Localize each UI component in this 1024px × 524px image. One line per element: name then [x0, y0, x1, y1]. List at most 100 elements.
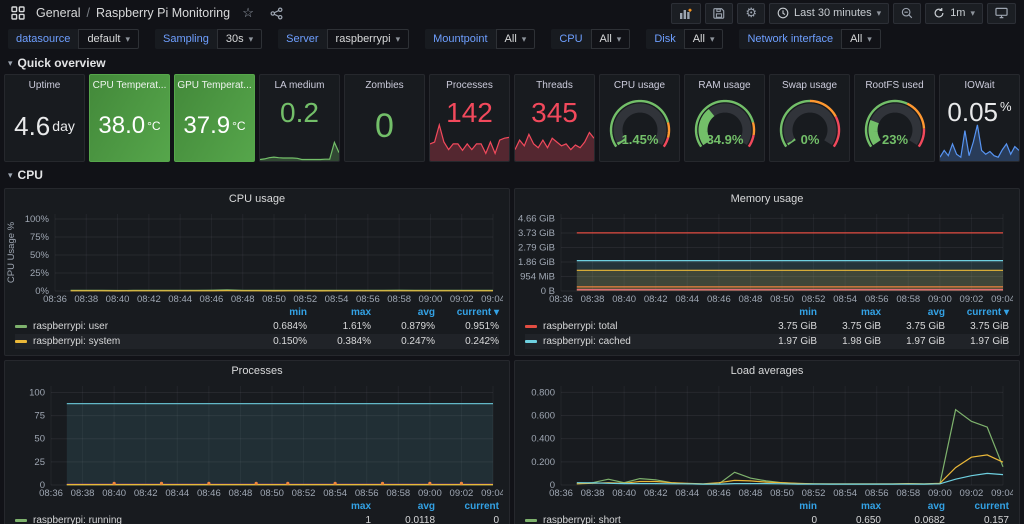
variable-value-dropdown[interactable]: All▾	[684, 29, 724, 49]
legend-column-max[interactable]: max	[817, 307, 881, 318]
gauge: 1.45%	[604, 91, 676, 161]
legend-column-min[interactable]: min	[753, 501, 817, 512]
legend-row: raspberrypi: cached1.97 GiB1.98 GiB1.97 …	[525, 334, 1009, 349]
legend-column-min[interactable]: min	[753, 307, 817, 318]
legend-column-current[interactable]: current	[435, 501, 499, 512]
stat-title[interactable]: Zombies	[365, 80, 403, 91]
variable-value-dropdown[interactable]: All▾	[496, 29, 536, 49]
stat-panel-swap-usage[interactable]: Swap usage0%	[769, 74, 850, 162]
stat-title[interactable]: Processes	[446, 80, 493, 91]
section-quick-overview[interactable]: ▾ Quick overview	[4, 54, 1020, 72]
refresh-picker[interactable]: 1m ▾	[925, 3, 983, 24]
variable-sampling[interactable]: Sampling30s▾	[155, 29, 262, 49]
legend-series-toggle[interactable]: raspberrypi: cached	[525, 336, 753, 347]
variable-disk[interactable]: DiskAll▾	[646, 29, 723, 49]
legend-column-avg[interactable]: avg	[881, 501, 945, 512]
panel-title[interactable]: Load averages	[515, 361, 1019, 378]
dashboard-title[interactable]: Raspberry Pi Monitoring	[96, 6, 230, 20]
stat-panel-processes[interactable]: Processes142	[429, 74, 510, 162]
variable-current-value: All	[600, 33, 612, 45]
legend-series-toggle[interactable]: raspberrypi: running	[15, 515, 307, 524]
variable-network-interface[interactable]: Network interfaceAll▾	[739, 29, 880, 49]
chart-cpu-usage[interactable]: 0%25%50%75%100%08:3608:3808:4008:4208:44…	[5, 206, 503, 306]
stat-panel-gpu-temperat[interactable]: GPU Temperat...37.9°C	[174, 74, 255, 162]
stat-panel-uptime[interactable]: Uptime4.6day	[4, 74, 85, 162]
chevron-down-icon: ▾	[617, 34, 622, 45]
variable-value-dropdown[interactable]: default▾	[78, 29, 139, 49]
legend-series-toggle[interactable]: raspberrypi: total	[525, 321, 753, 332]
svg-text:08:56: 08:56	[865, 294, 889, 305]
clock-icon	[777, 7, 789, 19]
svg-text:08:50: 08:50	[770, 488, 794, 499]
stat-title[interactable]: IOWait	[964, 80, 994, 91]
stat-panel-rootfs-used[interactable]: RootFS used23%	[854, 74, 935, 162]
panel-memory-usage[interactable]: Memory usage0 B954 MiB1.86 GiB2.79 GiB3.…	[514, 188, 1020, 356]
variable-value-dropdown[interactable]: raspberrypi▾	[327, 29, 410, 49]
dashboards-grid-icon[interactable]	[8, 3, 28, 23]
top-navbar: General / Raspberry Pi Monitoring ☆ ⚙ La…	[0, 0, 1024, 26]
variable-value-dropdown[interactable]: All ▾	[591, 29, 631, 49]
stat-title[interactable]: GPU Temperat...	[177, 80, 251, 91]
variable-mountpoint[interactable]: MountpointAll▾	[425, 29, 535, 49]
stat-title[interactable]: RAM usage	[698, 80, 750, 91]
legend-column-max[interactable]: max	[307, 307, 371, 318]
variable-server[interactable]: Serverraspberrypi▾	[278, 29, 409, 49]
stat-panel-cpu-temperat[interactable]: CPU Temperat...38.0°C	[89, 74, 170, 162]
variable-cpu[interactable]: CPUAll▾	[551, 29, 630, 49]
stat-title[interactable]: CPU usage	[614, 80, 665, 91]
legend-column-avg[interactable]: avg	[371, 307, 435, 318]
zoom-out-time-button[interactable]	[893, 3, 921, 24]
panel-title[interactable]: Memory usage	[515, 189, 1019, 206]
panel-processes[interactable]: Processes025507510008:3608:3808:4008:420…	[4, 360, 510, 524]
stat-panel-threads[interactable]: Threads345	[514, 74, 595, 162]
svg-text:CPU Usage %: CPU Usage %	[6, 221, 17, 283]
panel-load-averages[interactable]: Load averages00.2000.4000.6000.80008:360…	[514, 360, 1020, 524]
kiosk-mode-button[interactable]	[987, 3, 1016, 24]
legend-column-current[interactable]: current ▾	[435, 307, 499, 318]
svg-text:08:46: 08:46	[707, 488, 731, 499]
add-panel-button[interactable]	[671, 3, 701, 24]
stat-title[interactable]: Threads	[536, 80, 573, 91]
chart-processes[interactable]: 025507510008:3608:3808:4008:4208:4408:46…	[5, 378, 503, 500]
legend-series-toggle[interactable]: raspberrypi: short	[525, 515, 753, 524]
chart-memory-usage[interactable]: 0 B954 MiB1.86 GiB2.79 GiB3.73 GiB4.66 G…	[515, 206, 1013, 306]
stat-unit: %	[1000, 99, 1012, 114]
legend-value: 0.0118	[371, 515, 435, 524]
save-dashboard-button[interactable]	[705, 3, 733, 24]
legend-column-avg[interactable]: avg	[881, 307, 945, 318]
stat-panel-ram-usage[interactable]: RAM usage34.9%	[684, 74, 765, 162]
stat-panel-iowait[interactable]: IOWait0.05%	[939, 74, 1020, 162]
variable-value-dropdown[interactable]: 30s▾	[217, 29, 262, 49]
dashboard-settings-button[interactable]: ⚙	[737, 3, 765, 24]
legend-column-min[interactable]: min	[243, 307, 307, 318]
stat-title[interactable]: RootFS used	[865, 80, 923, 91]
series-name: raspberrypi: user	[33, 321, 108, 332]
panel-title[interactable]: Processes	[5, 361, 509, 378]
stat-title[interactable]: Swap usage	[782, 80, 837, 91]
legend-column-avg[interactable]: avg	[371, 501, 435, 512]
legend-column-current[interactable]: current	[945, 501, 1009, 512]
legend-series-toggle[interactable]: raspberrypi: user	[15, 321, 243, 332]
legend-column-max[interactable]: max	[307, 501, 371, 512]
panel-cpu-usage[interactable]: CPU usage0%25%50%75%100%08:3608:3808:400…	[4, 188, 510, 356]
share-icon[interactable]	[266, 3, 286, 23]
breadcrumb-section[interactable]: General	[36, 6, 80, 20]
stat-title[interactable]: CPU Temperat...	[93, 80, 167, 91]
stat-panel-cpu-usage[interactable]: CPU usage1.45%	[599, 74, 680, 162]
favorite-star-icon[interactable]: ☆	[238, 3, 258, 23]
stat-panel-la-medium[interactable]: LA medium0.2	[259, 74, 340, 162]
stat-title[interactable]: LA medium	[274, 80, 324, 91]
variable-value-dropdown[interactable]: All▾	[841, 29, 881, 49]
breadcrumb-separator: /	[86, 6, 89, 20]
chart-load-averages[interactable]: 00.2000.4000.6000.80008:3608:3808:4008:4…	[515, 378, 1013, 500]
legend-series-toggle[interactable]: raspberrypi: system	[15, 336, 243, 347]
legend-column-max[interactable]: max	[817, 501, 881, 512]
panel-title[interactable]: CPU usage	[5, 189, 509, 206]
stat-title[interactable]: Uptime	[29, 80, 61, 91]
time-range-picker[interactable]: Last 30 minutes ▾	[769, 3, 889, 24]
variable-datasource[interactable]: datasourcedefault▾	[8, 29, 139, 49]
legend-column-current[interactable]: current ▾	[945, 307, 1009, 318]
section-cpu[interactable]: ▾ CPU	[4, 166, 1020, 184]
stat-panel-zombies[interactable]: Zombies0	[344, 74, 425, 162]
svg-text:08:42: 08:42	[644, 488, 668, 499]
